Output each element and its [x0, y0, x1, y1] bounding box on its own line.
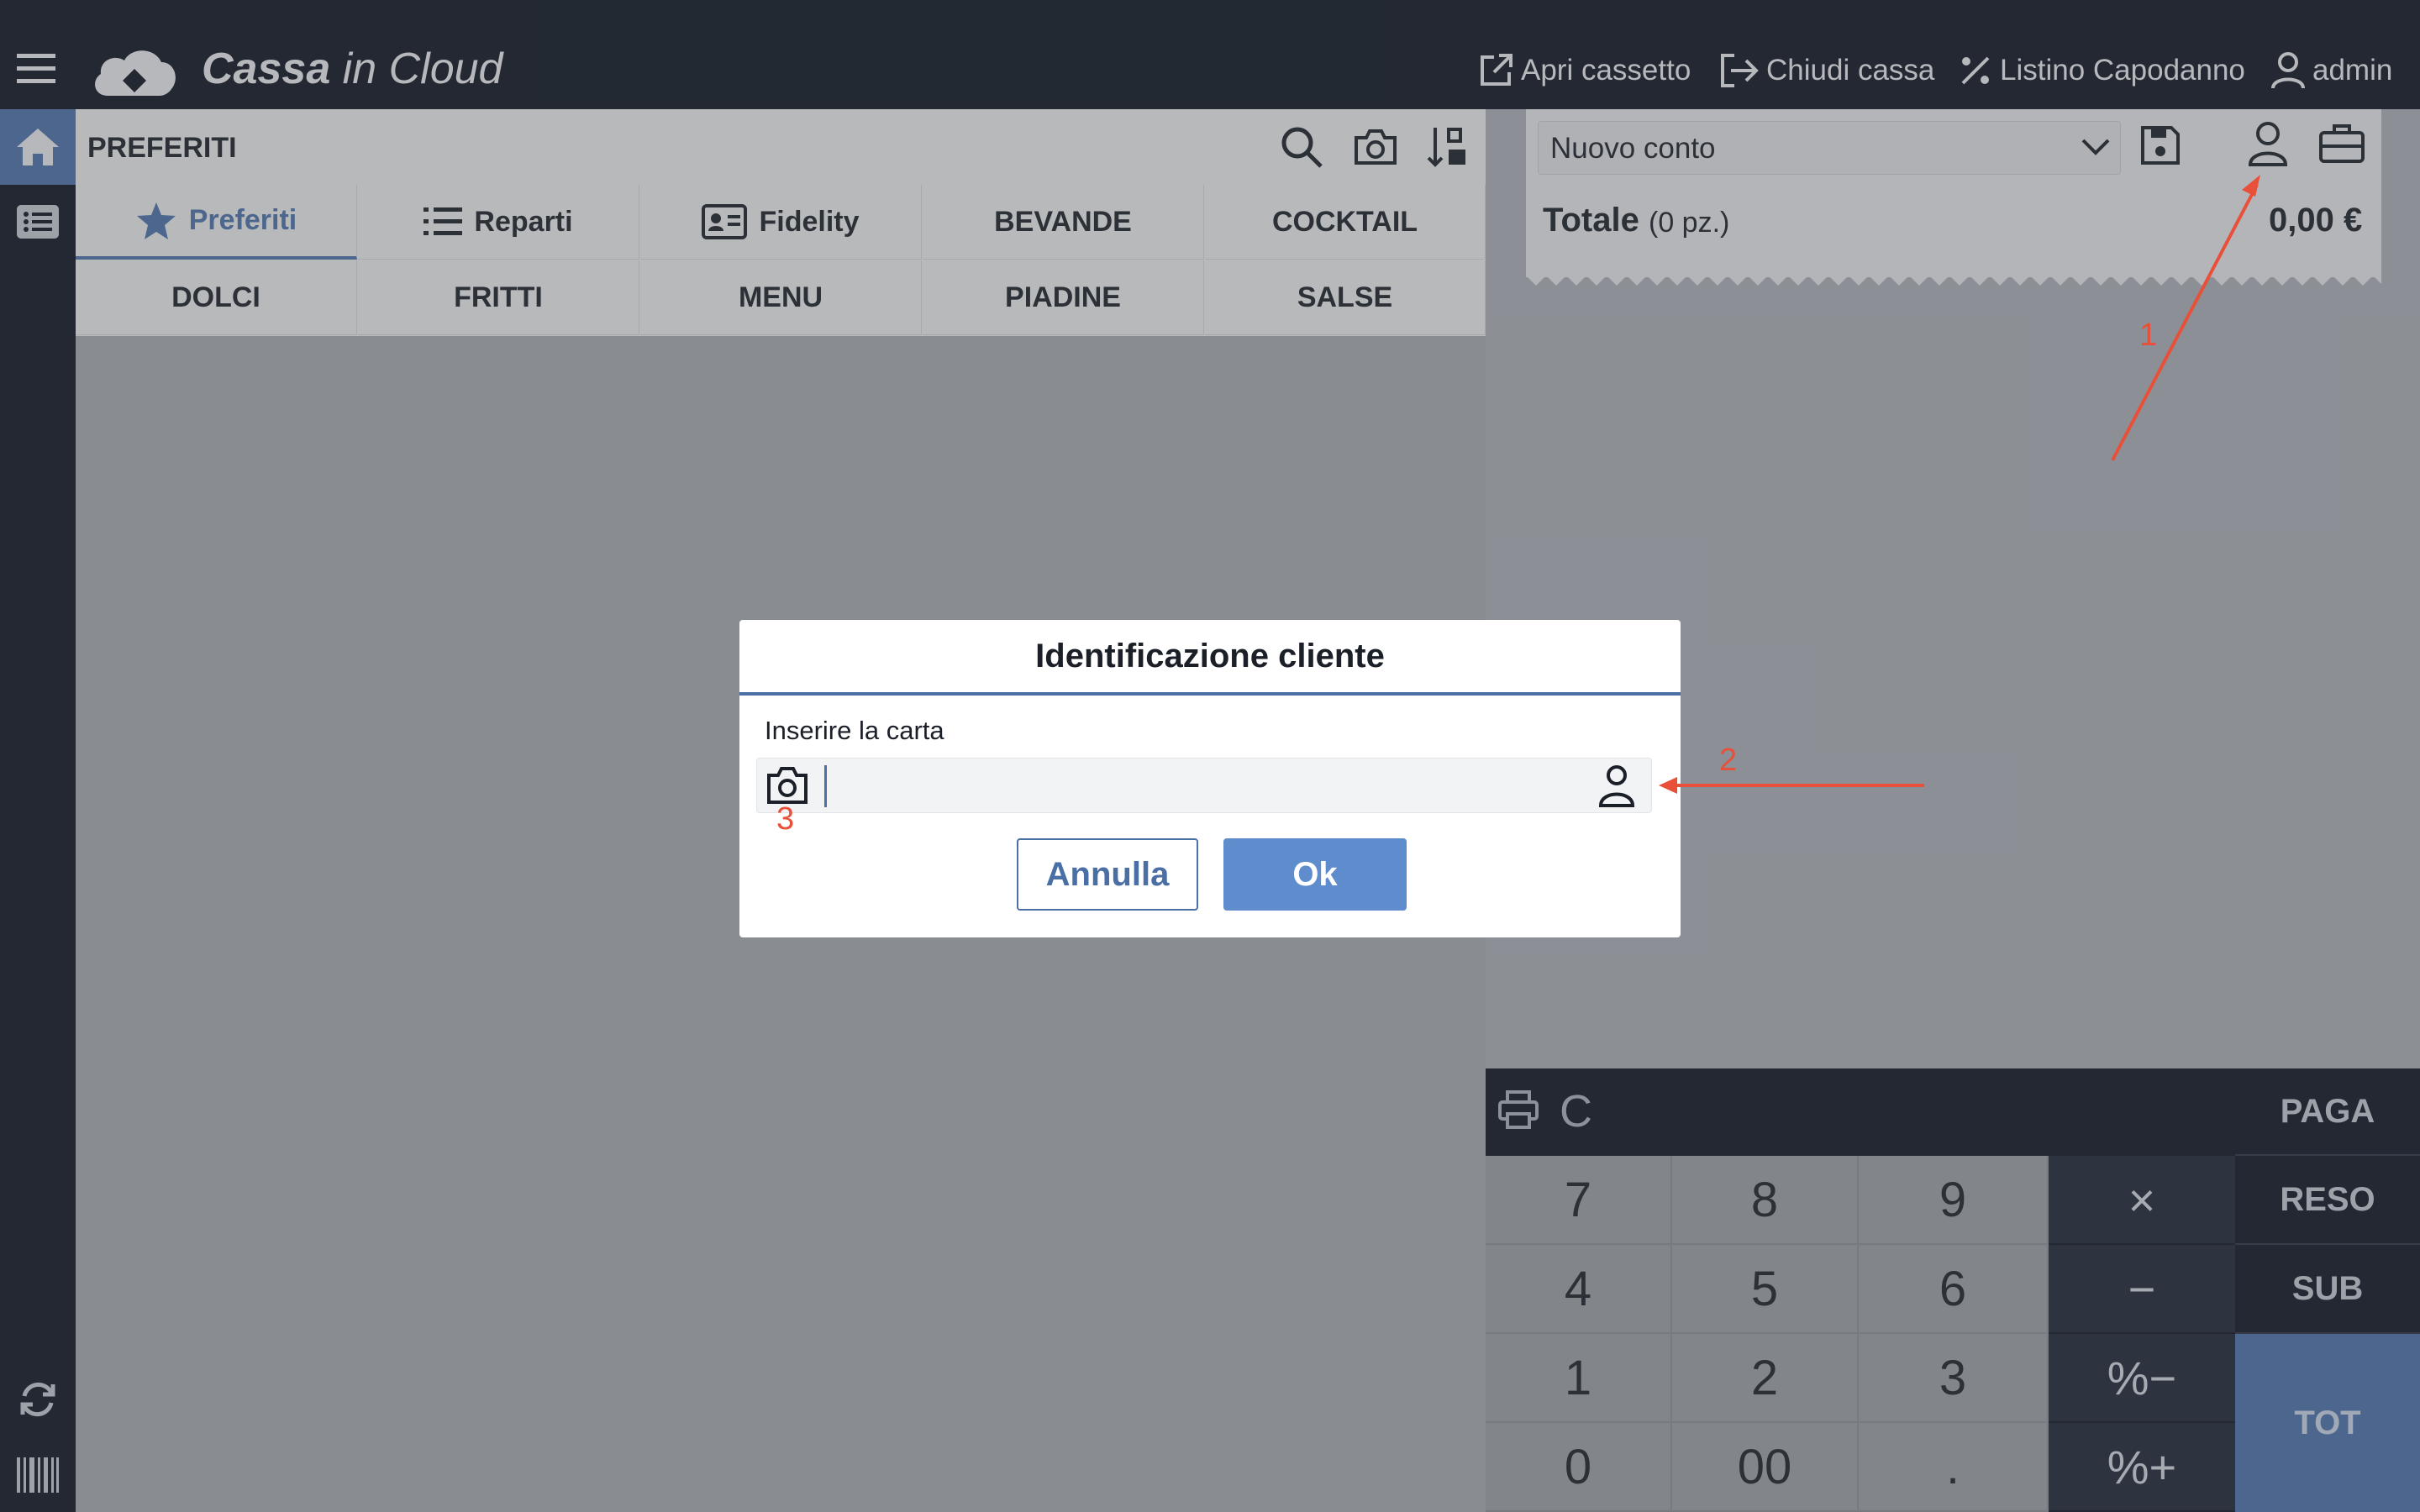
annotation-label-2: 2 — [1719, 743, 1738, 778]
annotation-label-1: 1 — [2139, 318, 2158, 353]
annotation-arrowhead-2 — [1659, 777, 1677, 794]
annotation-arrow-1 — [2111, 184, 2259, 461]
annotation-arrowhead-1 — [2242, 175, 2260, 197]
annotation-arrows — [1659, 175, 2260, 794]
annotation-label-3: 3 — [776, 801, 795, 837]
